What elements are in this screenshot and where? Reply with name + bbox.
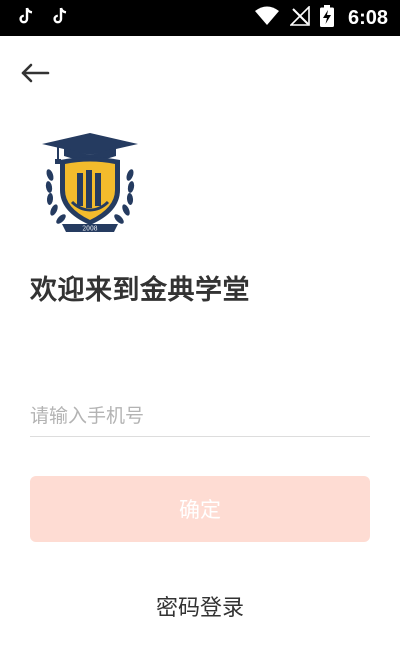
status-right-icons: 6:08 (254, 0, 388, 36)
logo-year: 2008 (82, 226, 97, 233)
status-bar: 6:08 (0, 0, 400, 36)
status-time: 6:08 (347, 6, 388, 29)
page-title: 欢迎来到金典学堂 (30, 275, 250, 306)
confirm-button[interactable]: 确定 (30, 476, 370, 542)
phone-input[interactable] (30, 396, 370, 437)
no-signal-icon (289, 5, 310, 30)
school-shield-logo: 2008 (40, 130, 140, 240)
tiktok-icon (18, 7, 34, 29)
status-left-icons (18, 0, 68, 36)
arrow-left-icon (20, 63, 50, 87)
battery-charging-icon (319, 5, 334, 31)
back-button[interactable] (18, 58, 52, 92)
tiktok-icon (52, 7, 68, 29)
password-login-link[interactable]: 密码登录 (0, 590, 400, 622)
wifi-icon (254, 6, 280, 30)
